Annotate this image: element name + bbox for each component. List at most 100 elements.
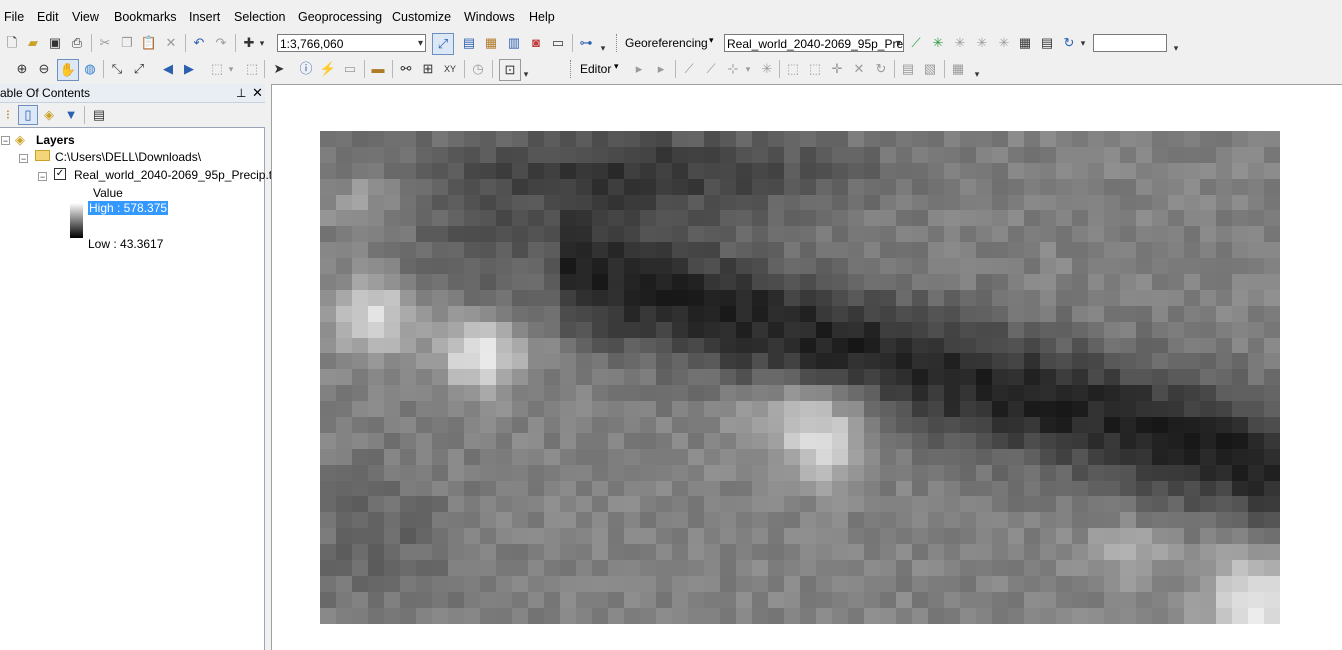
- georeferencing-menu[interactable]: Georeferencing: [625, 36, 708, 50]
- layers-label[interactable]: Layers: [36, 133, 75, 147]
- fixed-zoom-in-icon[interactable]: ⤡: [109, 61, 125, 77]
- copy-icon[interactable]: ❐: [119, 35, 135, 51]
- rotate-dropdown-icon[interactable]: ▾: [1078, 35, 1088, 51]
- list-by-selection-icon[interactable]: ▼: [63, 107, 79, 123]
- table-of-contents-icon[interactable]: ▤: [461, 35, 477, 51]
- go-back-icon[interactable]: ◀: [160, 61, 176, 77]
- trace-dropdown-icon[interactable]: ▾: [743, 61, 753, 77]
- menu-help[interactable]: Help: [529, 10, 555, 24]
- trace-icon[interactable]: ⊹: [725, 61, 741, 77]
- toolbar-options-icon[interactable]: ▾: [598, 40, 608, 56]
- straight-segment-icon[interactable]: ⟋: [681, 61, 697, 77]
- delete-link-icon[interactable]: ✳: [996, 35, 1012, 51]
- close-icon[interactable]: ✕: [252, 84, 263, 102]
- end-point-arc-icon[interactable]: ⟋: [703, 61, 719, 77]
- menu-edit[interactable]: Edit: [37, 10, 59, 24]
- identify-icon[interactable]: ⓘ: [298, 61, 314, 77]
- catalog-icon[interactable]: ▦: [483, 35, 499, 51]
- menu-windows[interactable]: Windows: [464, 10, 515, 24]
- go-to-xy-icon[interactable]: XY: [442, 61, 458, 77]
- pan-hand-icon[interactable]: ✋: [57, 59, 79, 81]
- georef-layer-combo[interactable]: Real_world_2040-2069_95p_Pre ▾: [724, 34, 904, 52]
- time-slider-icon[interactable]: ◷: [470, 61, 486, 77]
- print-icon[interactable]: ⎙: [69, 35, 85, 51]
- layer-visibility-checkbox[interactable]: ✓: [54, 168, 66, 180]
- delete-icon[interactable]: ✕: [163, 35, 179, 51]
- clear-selection-icon[interactable]: ⬚: [244, 61, 260, 77]
- sketch-properties-icon[interactable]: ▧: [922, 61, 938, 77]
- legend-high-label[interactable]: High : 578.375: [88, 201, 169, 215]
- collapse-layer-icon[interactable]: −: [38, 172, 47, 182]
- attributes-icon[interactable]: ▤: [900, 61, 916, 77]
- tools-toolbar-options-icon[interactable]: ▾: [521, 66, 531, 82]
- viewer-icon[interactable]: ▦: [1017, 35, 1033, 51]
- find-route-icon[interactable]: ⊞: [420, 61, 436, 77]
- split-tool-icon[interactable]: ✕: [851, 61, 867, 77]
- editor-dropdown-icon[interactable]: ▾: [614, 61, 619, 72]
- select-elements-arrow-icon[interactable]: ➤: [271, 61, 287, 77]
- list-by-visibility-icon[interactable]: ◈: [41, 107, 57, 123]
- folder-path-label[interactable]: C:\Users\DELL\Downloads\: [55, 150, 201, 164]
- measure-icon[interactable]: ▬: [370, 61, 386, 77]
- hyperlink-icon[interactable]: ⚡: [320, 61, 336, 77]
- zoom-in-icon[interactable]: ⊕: [14, 61, 30, 77]
- menu-customize[interactable]: Customize: [392, 10, 451, 24]
- pin-icon[interactable]: ⊥: [236, 84, 246, 102]
- menu-geoprocessing[interactable]: Geoprocessing: [298, 10, 382, 24]
- paste-icon[interactable]: 📋: [141, 35, 157, 51]
- menu-selection[interactable]: Selection: [234, 10, 285, 24]
- save-icon[interactable]: ▣: [47, 35, 63, 51]
- arctoolbox-icon[interactable]: ◙: [528, 35, 544, 51]
- create-features-icon[interactable]: ▦: [950, 61, 966, 77]
- edit-annotation-icon[interactable]: ▸: [653, 61, 669, 77]
- menu-file[interactable]: File: [4, 10, 24, 24]
- georef-toolbar-options-icon[interactable]: ▾: [1171, 40, 1181, 56]
- layer-name-label[interactable]: Real_world_2040-2069_95p_Precip.tif: [74, 168, 278, 182]
- add-control-points-icon[interactable]: ⟋: [908, 35, 924, 51]
- select-link-icon[interactable]: ✳: [952, 35, 968, 51]
- cut-polygons-icon[interactable]: ✛: [829, 61, 845, 77]
- add-data-dropdown-icon[interactable]: ▾: [257, 35, 267, 51]
- create-viewer-window-icon[interactable]: ⊡: [499, 59, 521, 81]
- legend-low-label[interactable]: Low : 43.3617: [88, 237, 163, 251]
- select-dropdown-icon[interactable]: ▾: [226, 61, 236, 77]
- editor-menu[interactable]: Editor: [580, 62, 611, 76]
- model-builder-icon[interactable]: ⊶: [578, 35, 594, 51]
- add-data-icon[interactable]: ✚: [241, 35, 257, 51]
- redo-icon[interactable]: ↷: [213, 35, 229, 51]
- cut-icon[interactable]: ✂: [97, 35, 113, 51]
- point-icon[interactable]: ✳: [759, 61, 775, 77]
- collapse-layers-icon[interactable]: −: [1, 136, 10, 146]
- go-forward-icon[interactable]: ▶: [181, 61, 197, 77]
- zoom-to-link-icon[interactable]: ✳: [974, 35, 990, 51]
- list-by-drawing-order-icon[interactable]: ⁝: [0, 107, 16, 123]
- reshape-feature-icon[interactable]: ⬚: [807, 61, 823, 77]
- menu-insert[interactable]: Insert: [189, 10, 220, 24]
- georeferencing-dropdown-icon[interactable]: ▾: [709, 35, 714, 46]
- collapse-folder-icon[interactable]: −: [19, 154, 28, 164]
- map-scale-combo[interactable]: 1:3,766,060 ▾: [277, 34, 426, 52]
- editor-toolbar-options-icon[interactable]: ▾: [972, 66, 982, 82]
- rotate-angle-input[interactable]: [1093, 34, 1167, 52]
- menu-bookmarks[interactable]: Bookmarks: [114, 10, 177, 24]
- editor-toolbar-icon[interactable]: ⤢: [432, 33, 454, 55]
- undo-icon[interactable]: ↶: [191, 35, 207, 51]
- select-by-rectangle-icon[interactable]: ⬚: [209, 61, 225, 77]
- rotate-icon[interactable]: ↻: [1061, 35, 1077, 51]
- list-by-source-icon[interactable]: ▯: [18, 105, 38, 125]
- search-window-icon[interactable]: ▥: [506, 35, 522, 51]
- precipitation-raster[interactable]: [320, 131, 1280, 624]
- menu-view[interactable]: View: [72, 10, 99, 24]
- fixed-zoom-out-icon[interactable]: ⤢: [131, 61, 147, 77]
- edit-tool-icon[interactable]: ▸: [631, 61, 647, 77]
- rotate-tool-icon[interactable]: ↻: [873, 61, 889, 77]
- link-table-icon[interactable]: ▤: [1039, 35, 1055, 51]
- python-window-icon[interactable]: ▭: [550, 35, 566, 51]
- toc-options-icon[interactable]: ▤: [91, 107, 107, 123]
- open-folder-icon[interactable]: ▰: [25, 35, 41, 51]
- zoom-out-icon[interactable]: ⊖: [36, 61, 52, 77]
- find-binoculars-icon[interactable]: ⚯: [398, 61, 414, 77]
- full-extent-globe-icon[interactable]: ◍: [82, 61, 98, 77]
- auto-registration-icon[interactable]: ✳: [930, 35, 946, 51]
- edit-vertices-icon[interactable]: ⬚: [785, 61, 801, 77]
